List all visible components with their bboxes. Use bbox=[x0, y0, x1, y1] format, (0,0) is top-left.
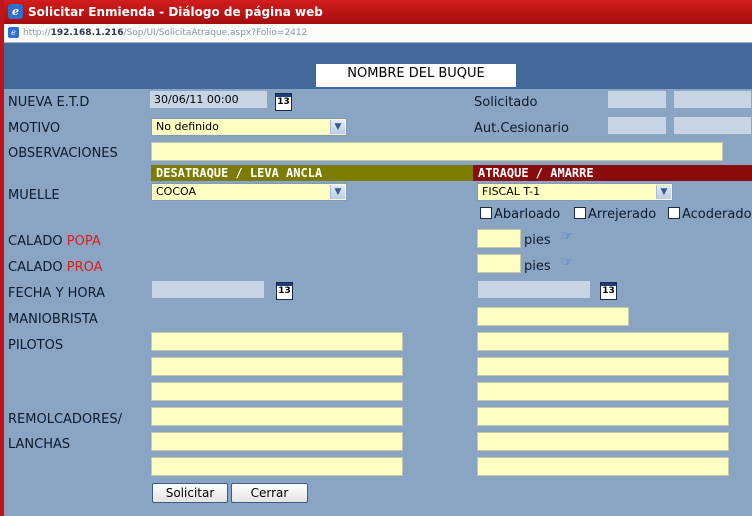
maniobrista-label: MANIOBRISTA bbox=[8, 312, 98, 327]
pilotos-label: PILOTOS bbox=[8, 338, 64, 353]
desatraque-banner: DESATRAQUE / LEVA ANCLA bbox=[151, 165, 473, 181]
calado-popa-label: CALADO POPA bbox=[8, 234, 101, 249]
muelle-label: MUELLE bbox=[8, 188, 60, 203]
piloto-right-2[interactable] bbox=[477, 357, 729, 376]
remolcador-left-1[interactable] bbox=[151, 407, 403, 426]
address-bar: e http://192.168.1.216/Sop/UI/SolicitaAt… bbox=[4, 24, 752, 43]
chevron-down-icon: ▼ bbox=[330, 185, 345, 199]
remolcador-right-3[interactable] bbox=[477, 457, 729, 476]
pies-label: pies bbox=[524, 259, 551, 274]
muelle-desatraque-value: COCOA bbox=[156, 185, 197, 198]
piloto-left-3[interactable] bbox=[151, 382, 403, 401]
calado-popa-input[interactable] bbox=[477, 229, 521, 248]
muelle-atraque-select[interactable]: FISCAL T-1 ▼ bbox=[477, 183, 673, 201]
atraque-banner: ATRAQUE / AMARRE bbox=[473, 165, 752, 181]
motivo-value: No definido bbox=[156, 120, 219, 133]
solicitado-label: Solicitado bbox=[474, 95, 538, 110]
fecha-atraque-input[interactable] bbox=[477, 280, 591, 299]
pies-label: pies bbox=[524, 233, 551, 248]
nueva-etd-input[interactable]: 30/06/11 00:00 bbox=[149, 90, 268, 109]
calado-proa-input[interactable] bbox=[477, 254, 521, 273]
remolcadores-label: REMOLCADORES/ bbox=[8, 412, 123, 427]
lanchas-label: LANCHAS bbox=[8, 437, 71, 452]
remolcador-right-1[interactable] bbox=[477, 407, 729, 426]
remolcador-right-2[interactable] bbox=[477, 432, 729, 451]
fecha-desatraque-input[interactable] bbox=[151, 280, 265, 299]
cerrar-button[interactable]: Cerrar bbox=[231, 483, 308, 503]
remolcador-left-2[interactable] bbox=[151, 432, 403, 451]
aut-cesionario-input-2[interactable] bbox=[673, 116, 752, 135]
pointer-hand-icon[interactable]: ☞ bbox=[558, 254, 576, 272]
chevron-down-icon: ▼ bbox=[330, 120, 345, 134]
page-icon: e bbox=[8, 27, 19, 38]
aut-cesionario-input-1[interactable] bbox=[607, 116, 667, 135]
title-bar: e Solicitar Enmienda - Diálogo de página… bbox=[4, 0, 752, 24]
maniobrista-input[interactable] bbox=[477, 307, 629, 326]
abarloado-checkbox[interactable]: Abarloado bbox=[480, 207, 560, 222]
piloto-left-2[interactable] bbox=[151, 357, 403, 376]
remolcador-left-3[interactable] bbox=[151, 457, 403, 476]
solicitado-input-2[interactable] bbox=[673, 90, 752, 109]
piloto-right-3[interactable] bbox=[477, 382, 729, 401]
chevron-down-icon: ▼ bbox=[656, 185, 671, 199]
arrejerado-checkbox[interactable]: Arrejerado bbox=[574, 207, 656, 222]
ie-icon: e bbox=[8, 4, 23, 19]
aut-cesionario-label: Aut.Cesionario bbox=[474, 121, 569, 136]
address-url: http://192.168.1.216/Sop/UI/SolicitaAtra… bbox=[23, 28, 308, 38]
nueva-etd-label: NUEVA E.T.D bbox=[8, 95, 90, 110]
calado-proa-label: CALADO PROA bbox=[8, 260, 103, 275]
pointer-hand-icon[interactable]: ☞ bbox=[558, 228, 576, 246]
solicitar-button[interactable]: Solicitar bbox=[152, 483, 228, 503]
observaciones-input[interactable] bbox=[151, 142, 723, 161]
ship-name: NOMBRE DEL BUQUE bbox=[316, 64, 516, 87]
motivo-label: MOTIVO bbox=[8, 121, 61, 136]
observaciones-label: OBSERVACIONES bbox=[8, 146, 118, 161]
calendar-icon[interactable]: 13 bbox=[276, 282, 293, 300]
calendar-icon[interactable]: 13 bbox=[600, 282, 617, 300]
acoderado-checkbox[interactable]: Acoderado bbox=[668, 207, 752, 222]
piloto-left-1[interactable] bbox=[151, 332, 403, 351]
muelle-desatraque-select[interactable]: COCOA ▼ bbox=[151, 183, 347, 201]
calendar-icon[interactable]: 13 bbox=[275, 93, 292, 111]
dialog-window: e Solicitar Enmienda - Diálogo de página… bbox=[0, 0, 752, 516]
solicitado-input-1[interactable] bbox=[607, 90, 667, 109]
fecha-hora-label: FECHA Y HORA bbox=[8, 286, 106, 301]
piloto-right-1[interactable] bbox=[477, 332, 729, 351]
window-title: Solicitar Enmienda - Diálogo de página w… bbox=[28, 5, 323, 19]
muelle-atraque-value: FISCAL T-1 bbox=[482, 185, 541, 198]
motivo-select[interactable]: No definido ▼ bbox=[151, 118, 347, 136]
